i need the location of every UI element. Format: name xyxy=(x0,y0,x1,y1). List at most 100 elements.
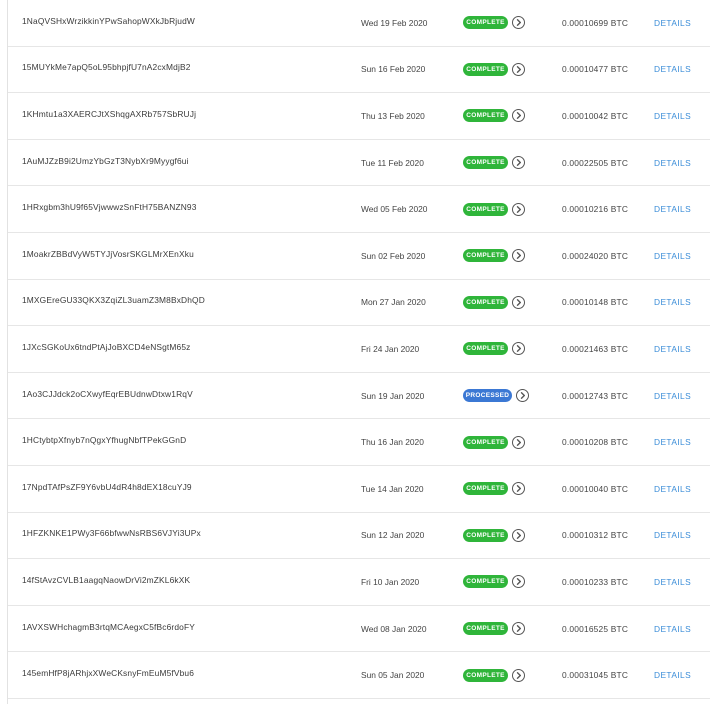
date-cell: Sun 12 Jan 2020 xyxy=(361,530,425,541)
details-link[interactable]: DETAILS xyxy=(654,606,691,652)
table-row: 14fStAvzCVLB1aagqNaowDrVi2mZKL6kXK Fri 1… xyxy=(8,559,710,606)
chevron-right-circle-icon[interactable] xyxy=(512,62,525,76)
status-cell: COMPLETE xyxy=(463,652,525,698)
address-cell: 1Ao3CJJdck2oCXwyfEqrEBUdnwDtxw1RqV xyxy=(22,388,193,399)
amount-cell: 0.00010477 BTC xyxy=(562,64,629,75)
chevron-right-circle-icon[interactable] xyxy=(512,482,525,496)
date-cell: Tue 14 Jan 2020 xyxy=(361,483,424,494)
chevron-right-circle-icon[interactable] xyxy=(512,295,525,309)
table-row: 145emHfP8jARhjxXWeCKsnyFmEuM5fVbu6 Sun 0… xyxy=(8,652,710,699)
address-cell: 1JXcSGKoUx6tndPtAjJoBXCD4eNSgtM65z xyxy=(22,341,191,352)
details-link[interactable]: DETAILS xyxy=(654,47,691,93)
chevron-right-circle-icon[interactable] xyxy=(512,435,525,449)
status-badge: COMPLETE xyxy=(463,668,508,682)
date-cell: Tue 11 Feb 2020 xyxy=(361,157,424,168)
amount-cell: 0.00010040 BTC xyxy=(562,483,629,494)
date-cell: Wed 08 Jan 2020 xyxy=(361,623,427,634)
details-link[interactable]: DETAILS xyxy=(654,186,691,232)
status-badge: PROCESSED xyxy=(463,389,512,403)
amount-cell: 0.00010699 BTC xyxy=(562,17,629,28)
status-cell: COMPLETE xyxy=(463,140,525,186)
status-cell: COMPLETE xyxy=(463,280,525,326)
status-cell: COMPLETE xyxy=(463,466,525,512)
chevron-right-circle-icon[interactable] xyxy=(512,202,525,216)
status-badge: COMPLETE xyxy=(463,202,508,216)
amount-cell: 0.00024020 BTC xyxy=(562,250,629,261)
status-cell: PROCESSED xyxy=(463,373,529,419)
table-row: 1KHmtu1a3XAERCJtXShqgAXRb757SbRUJj Thu 1… xyxy=(8,93,710,140)
details-link[interactable]: DETAILS xyxy=(654,419,691,465)
table-row: 1AuMJZzB9i2UmzYbGzT3NybXr9Myygf6ui Tue 1… xyxy=(8,140,710,187)
chevron-right-circle-icon[interactable] xyxy=(512,528,525,542)
status-badge: COMPLETE xyxy=(463,156,508,170)
status-badge: COMPLETE xyxy=(463,575,508,589)
table-row: 1HFZKNKE1PWy3F66bfwwNsRBS6VJYi3UPx Sun 1… xyxy=(8,513,710,560)
table-row: 1AVXSWHchagmB3rtqMCAegxC5fBc6rdoFY Wed 0… xyxy=(8,606,710,653)
status-cell: COMPLETE xyxy=(463,419,525,465)
table-row: 1JXcSGKoUx6tndPtAjJoBXCD4eNSgtM65z Fri 2… xyxy=(8,326,710,373)
date-cell: Wed 05 Feb 2020 xyxy=(361,204,428,215)
table-row: 1Ao3CJJdck2oCXwyfEqrEBUdnwDtxw1RqV Sun 1… xyxy=(8,373,710,420)
amount-cell: 0.00010208 BTC xyxy=(562,437,629,448)
amount-cell: 0.00031045 BTC xyxy=(562,670,629,681)
status-cell: COMPLETE xyxy=(463,326,525,372)
amount-cell: 0.00016525 BTC xyxy=(562,623,629,634)
table-row: 1NaQVSHxWrzikkinYPwSahopWXkJbRjudW Wed 1… xyxy=(8,0,710,47)
details-link[interactable]: DETAILS xyxy=(654,280,691,326)
table-row: 1MXGEreGU33QKX3ZqiZL3uamZ3M8BxDhQD Mon 2… xyxy=(8,280,710,327)
chevron-right-circle-icon[interactable] xyxy=(516,389,529,403)
chevron-right-circle-icon[interactable] xyxy=(512,109,525,123)
address-cell: 1HCtybtpXfnyb7nQgxYfhugNbfTPekGGnD xyxy=(22,435,187,446)
address-cell: 1AuMJZzB9i2UmzYbGzT3NybXr9Myygf6ui xyxy=(22,155,189,166)
chevron-right-circle-icon[interactable] xyxy=(512,575,525,589)
address-cell: 14fStAvzCVLB1aagqNaowDrVi2mZKL6kXK xyxy=(22,574,191,585)
status-badge: COMPLETE xyxy=(463,342,508,356)
amount-cell: 0.00022505 BTC xyxy=(562,157,629,168)
amount-cell: 0.00021463 BTC xyxy=(562,343,629,354)
table-row: 17NpdTAfPsZF9Y6vbU4dR4h8dEX18cuYJ9 Tue 1… xyxy=(8,466,710,513)
chevron-right-circle-icon[interactable] xyxy=(512,156,525,170)
address-cell: 1AVXSWHchagmB3rtqMCAegxC5fBc6rdoFY xyxy=(22,621,195,632)
status-cell: COMPLETE xyxy=(463,186,525,232)
details-link[interactable]: DETAILS xyxy=(654,652,691,698)
amount-cell: 0.00010312 BTC xyxy=(562,530,629,541)
address-cell: 17NpdTAfPsZF9Y6vbU4dR4h8dEX18cuYJ9 xyxy=(22,481,192,492)
details-link[interactable]: DETAILS xyxy=(654,513,691,559)
status-badge: COMPLETE xyxy=(463,249,508,263)
details-link[interactable]: DETAILS xyxy=(654,373,691,419)
status-cell: COMPLETE xyxy=(463,47,525,93)
details-link[interactable]: DETAILS xyxy=(654,326,691,372)
status-badge: COMPLETE xyxy=(463,295,508,309)
status-badge: COMPLETE xyxy=(463,109,508,123)
details-link[interactable]: DETAILS xyxy=(654,233,691,279)
details-link[interactable]: DETAILS xyxy=(654,93,691,139)
amount-cell: 0.00010042 BTC xyxy=(562,110,629,121)
chevron-right-circle-icon[interactable] xyxy=(512,16,525,30)
address-cell: 1NaQVSHxWrzikkinYPwSahopWXkJbRjudW xyxy=(22,15,195,26)
chevron-right-circle-icon[interactable] xyxy=(512,668,525,682)
date-cell: Wed 19 Feb 2020 xyxy=(361,17,428,28)
date-cell: Sun 05 Jan 2020 xyxy=(361,670,425,681)
chevron-right-circle-icon[interactable] xyxy=(512,249,525,263)
status-badge: COMPLETE xyxy=(463,62,508,76)
status-cell: COMPLETE xyxy=(463,606,525,652)
address-cell: 145emHfP8jARhjxXWeCKsnyFmEuM5fVbu6 xyxy=(22,668,195,679)
details-link[interactable]: DETAILS xyxy=(654,466,691,512)
date-cell: Fri 10 Jan 2020 xyxy=(361,576,420,587)
address-cell: 1KHmtu1a3XAERCJtXShqgAXRb757SbRUJj xyxy=(22,108,197,119)
details-link[interactable]: DETAILS xyxy=(654,0,691,46)
status-badge: COMPLETE xyxy=(463,16,508,30)
status-cell: COMPLETE xyxy=(463,513,525,559)
transactions-panel: 1NaQVSHxWrzikkinYPwSahopWXkJbRjudW Wed 1… xyxy=(7,0,710,704)
details-link[interactable]: DETAILS xyxy=(654,559,691,605)
table-row: 1HRxgbm3hU9f65VjwwwzSnFtH75BANZN93 Wed 0… xyxy=(8,186,710,233)
details-link[interactable]: DETAILS xyxy=(654,140,691,186)
chevron-right-circle-icon[interactable] xyxy=(512,342,525,356)
chevron-right-circle-icon[interactable] xyxy=(512,622,525,636)
status-cell: COMPLETE xyxy=(463,559,525,605)
status-cell: COMPLETE xyxy=(463,0,525,46)
date-cell: Sun 19 Jan 2020 xyxy=(361,390,425,401)
table-row: 1MoakrZBBdVyW5TYJjVosrSKGLMrXEnXku Sun 0… xyxy=(8,233,710,280)
table-row: 15MUYkMe7apQ5oL95bhpjfU7nA2cxMdjB2 Sun 1… xyxy=(8,47,710,94)
date-cell: Thu 13 Feb 2020 xyxy=(361,110,425,121)
